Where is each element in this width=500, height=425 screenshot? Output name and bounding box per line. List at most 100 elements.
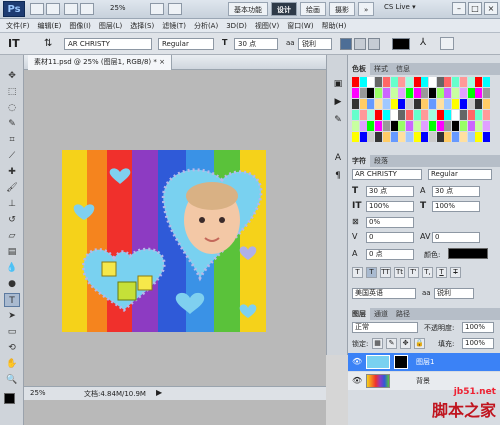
- char-baseline[interactable]: 0 点: [366, 249, 414, 260]
- swatch[interactable]: [459, 88, 467, 98]
- swatch[interactable]: [436, 99, 444, 109]
- eraser-tool-icon[interactable]: ▱: [4, 229, 20, 243]
- swatch[interactable]: [429, 110, 436, 120]
- char-leading[interactable]: 30 点: [432, 186, 480, 197]
- hand-tool-button[interactable]: [64, 3, 78, 15]
- zoom-tool-button[interactable]: [80, 3, 94, 15]
- swatch[interactable]: [452, 99, 460, 109]
- font-size-field[interactable]: 30 点: [234, 38, 278, 50]
- font-style-select[interactable]: Regular: [158, 38, 214, 50]
- menu-view[interactable]: 视图(V): [255, 21, 279, 31]
- minimize-icon[interactable]: –: [452, 2, 466, 15]
- strikethrough-button[interactable]: T: [450, 267, 461, 278]
- swatch[interactable]: [375, 121, 383, 131]
- swatch[interactable]: [375, 132, 383, 142]
- swatch[interactable]: [382, 121, 390, 131]
- swatch[interactable]: [482, 110, 490, 120]
- quick-select-tool-icon[interactable]: ✎: [4, 117, 20, 131]
- minibridge-button[interactable]: [46, 3, 60, 15]
- swatch[interactable]: [382, 88, 390, 98]
- swatch[interactable]: [405, 132, 413, 142]
- swatch[interactable]: [352, 88, 359, 98]
- swatch[interactable]: [421, 99, 429, 109]
- layer-row[interactable]: 👁 图层1: [348, 353, 500, 371]
- swatch[interactable]: [413, 110, 421, 120]
- swatch[interactable]: [382, 77, 390, 87]
- swatch[interactable]: [367, 88, 375, 98]
- swatch[interactable]: [444, 77, 452, 87]
- subscript-button[interactable]: T,: [422, 267, 433, 278]
- swatch[interactable]: [436, 121, 444, 131]
- all-caps-button[interactable]: TT: [380, 267, 391, 278]
- font-family-select[interactable]: AR CHRISTY: [64, 38, 152, 50]
- swatch[interactable]: [482, 99, 490, 109]
- tab-swatches[interactable]: 色板: [348, 63, 370, 75]
- swatch[interactable]: [375, 77, 383, 87]
- swatch[interactable]: [475, 88, 483, 98]
- language-select[interactable]: 美国英语: [352, 288, 416, 299]
- tab-info[interactable]: 信息: [392, 63, 414, 75]
- menu-filter[interactable]: 滤镜(T): [162, 21, 186, 31]
- swatch[interactable]: [367, 110, 375, 120]
- swatch[interactable]: [413, 132, 421, 142]
- swatch[interactable]: [413, 88, 421, 98]
- small-caps-button[interactable]: Tt: [394, 267, 405, 278]
- swatch[interactable]: [382, 110, 390, 120]
- swatch[interactable]: [459, 77, 467, 87]
- canvas-image[interactable]: [62, 150, 266, 332]
- swatch[interactable]: [452, 110, 460, 120]
- eyedropper-tool-icon[interactable]: ⟋: [4, 149, 20, 163]
- text-color-swatch[interactable]: [392, 38, 410, 50]
- swatch[interactable]: [482, 132, 490, 142]
- cs-live-button[interactable]: CS Live ▾: [384, 3, 416, 11]
- brush-tool-icon[interactable]: 🖌: [4, 181, 20, 195]
- swatch[interactable]: [444, 132, 452, 142]
- visibility-icon[interactable]: 👁: [352, 357, 362, 366]
- lasso-tool-icon[interactable]: ◌: [4, 101, 20, 115]
- tab-channels[interactable]: 通道: [370, 308, 392, 320]
- swatch[interactable]: [405, 77, 413, 87]
- char-vertical-scale[interactable]: 100%: [366, 201, 414, 212]
- swatch[interactable]: [467, 99, 475, 109]
- char-kerning[interactable]: 0: [366, 232, 414, 243]
- swatch[interactable]: [367, 77, 375, 87]
- swatch[interactable]: [375, 110, 383, 120]
- swatch[interactable]: [444, 110, 452, 120]
- screen-mode-button[interactable]: [168, 3, 182, 15]
- swatch[interactable]: [429, 121, 436, 131]
- swatch[interactable]: [367, 132, 375, 142]
- swatch[interactable]: [405, 110, 413, 120]
- swatch[interactable]: [382, 99, 390, 109]
- swatch[interactable]: [475, 132, 483, 142]
- swatch[interactable]: [375, 99, 383, 109]
- workspace-design[interactable]: 设计: [271, 2, 297, 16]
- swatch[interactable]: [475, 110, 483, 120]
- arrange-docs-button[interactable]: [150, 3, 164, 15]
- lock-all-icon[interactable]: 🔒: [414, 338, 425, 349]
- crop-tool-icon[interactable]: ⌗: [4, 133, 20, 147]
- swatch[interactable]: [413, 121, 421, 131]
- swatch[interactable]: [436, 77, 444, 87]
- foreground-color-swatch[interactable]: [4, 393, 15, 404]
- swatch[interactable]: [482, 77, 490, 87]
- healing-tool-icon[interactable]: ✚: [4, 165, 20, 179]
- char-color-swatch[interactable]: [448, 248, 488, 259]
- clone-stamp-tool-icon[interactable]: ⊥: [4, 197, 20, 211]
- swatch[interactable]: [421, 132, 429, 142]
- swatch[interactable]: [405, 88, 413, 98]
- swatch[interactable]: [467, 121, 475, 131]
- swatch[interactable]: [359, 88, 367, 98]
- document-close-icon[interactable]: ×: [159, 58, 165, 66]
- swatch[interactable]: [467, 132, 475, 142]
- underline-button[interactable]: T: [436, 267, 447, 278]
- align-center-button[interactable]: [354, 38, 366, 50]
- swatch[interactable]: [398, 88, 406, 98]
- status-zoom[interactable]: 25%: [30, 389, 46, 397]
- history-brush-tool-icon[interactable]: ↺: [4, 213, 20, 227]
- swatch[interactable]: [359, 132, 367, 142]
- swatch[interactable]: [459, 99, 467, 109]
- path-select-tool-icon[interactable]: ➤: [4, 309, 20, 323]
- maximize-icon[interactable]: □: [468, 2, 482, 15]
- char-antialias-select[interactable]: 锐利: [434, 288, 474, 299]
- swatch[interactable]: [475, 121, 483, 131]
